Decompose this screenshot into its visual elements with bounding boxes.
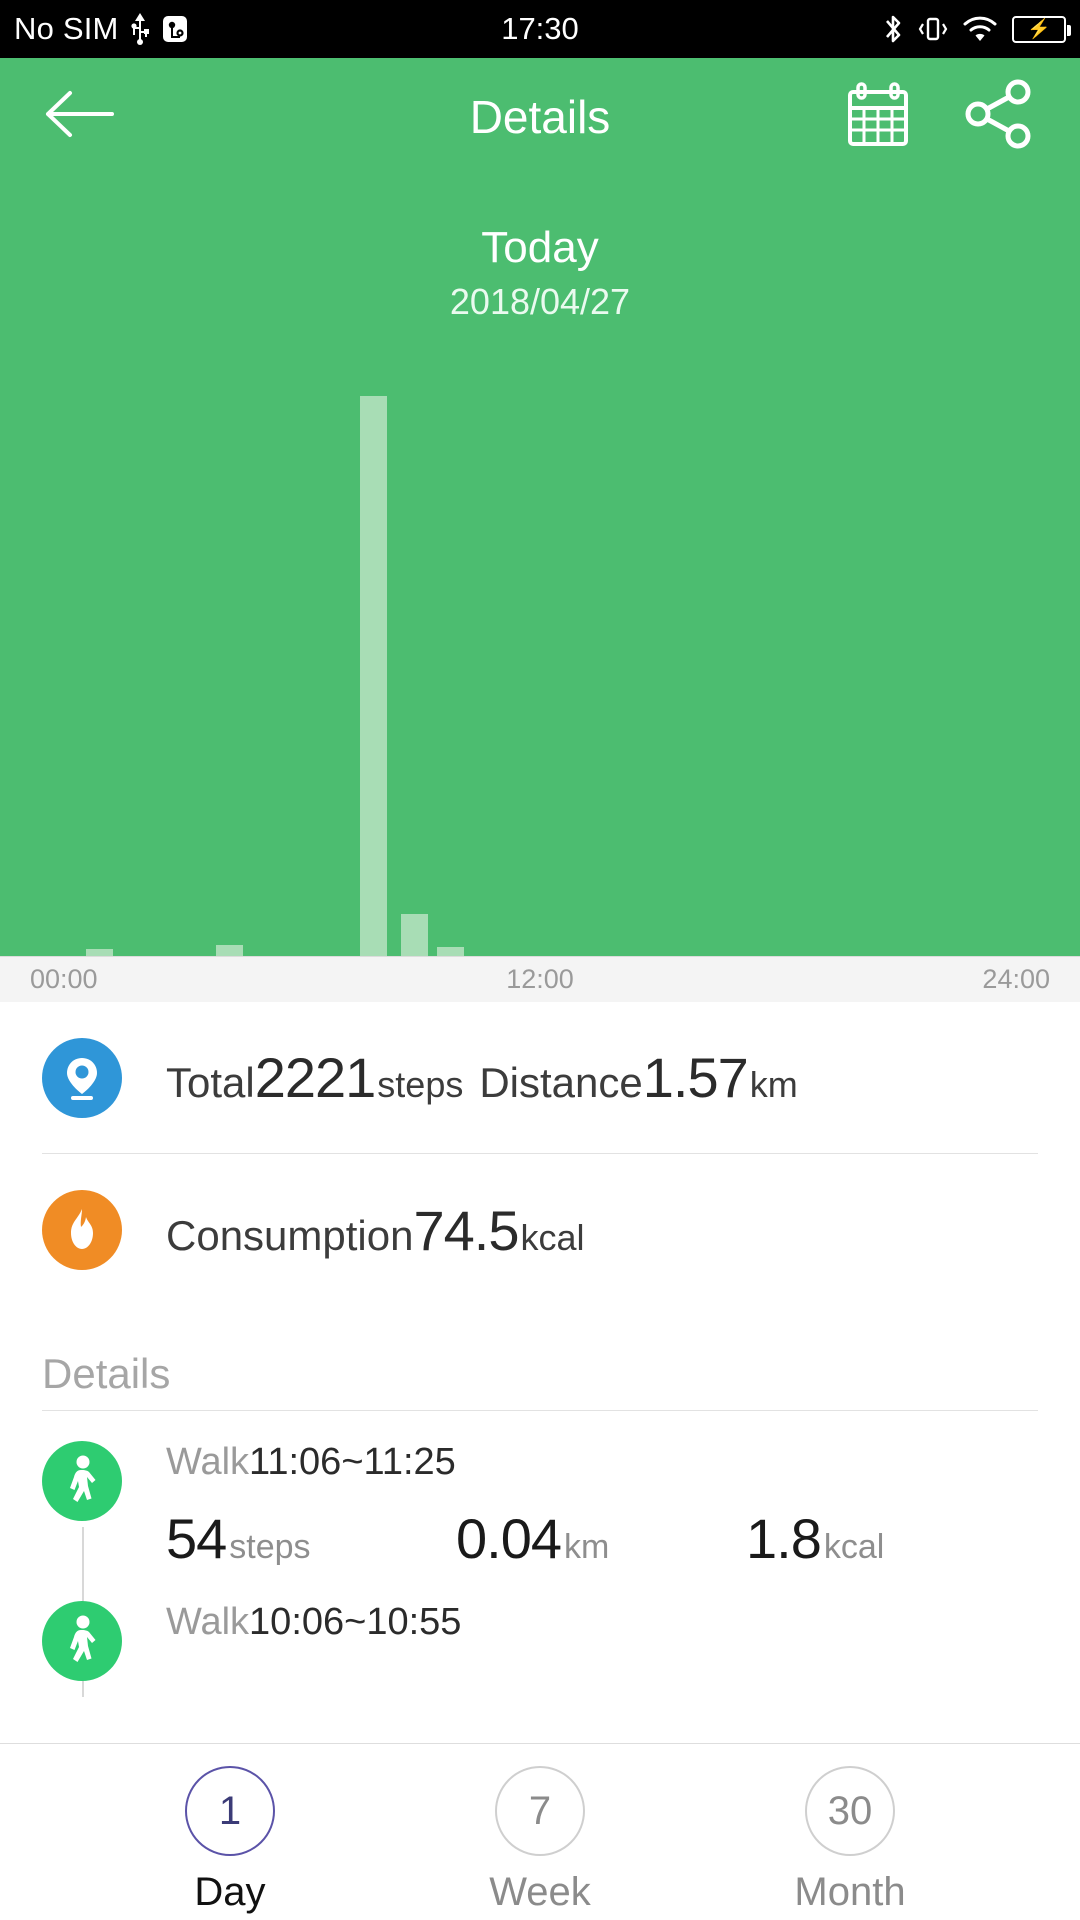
usb-icon xyxy=(130,13,150,45)
status-bar: No SIM 17:30 ⚡ xyxy=(0,0,1080,58)
walking-person-icon xyxy=(42,1441,122,1521)
details-section: Details Walk11:06~11:25 54 steps 0.04 km xyxy=(0,1306,1080,1697)
nav-day-label: Day xyxy=(194,1870,266,1914)
entry-calories-value: 1.8 xyxy=(746,1507,822,1570)
list-item[interactable]: Walk11:06~11:25 54 steps 0.04 km 1.8 kca… xyxy=(42,1411,1038,1697)
entry-calories: 1.8 kcal xyxy=(746,1506,884,1571)
distance-value: 1.57 xyxy=(642,1046,749,1109)
list-item[interactable]: Walk10:06~10:55 xyxy=(42,1571,1038,1681)
entry-distance: 0.04 km xyxy=(456,1506,746,1571)
vibrate-icon xyxy=(918,13,948,45)
entry-distance-value: 0.04 xyxy=(456,1507,562,1570)
distance-label: Distance xyxy=(479,1059,643,1106)
axis-tick-mid: 12:00 xyxy=(506,964,574,994)
entry-calories-unit: kcal xyxy=(823,1528,885,1566)
summary-section: Total 2221 steps Distance 1.57 km Consum… xyxy=(0,1002,1080,1306)
bluetooth-icon xyxy=(882,12,904,46)
status-bar-right: ⚡ xyxy=(882,12,1071,46)
entry-stats: 54 steps 0.04 km 1.8 kcal xyxy=(166,1506,1038,1571)
chart-plot-area xyxy=(0,396,1080,956)
calendar-button[interactable] xyxy=(842,78,914,155)
flame-icon xyxy=(42,1190,122,1270)
usb-debug-icon xyxy=(161,14,189,44)
status-bar-left: No SIM xyxy=(14,11,189,47)
summary-row-steps: Total 2221 steps Distance 1.57 km xyxy=(42,1002,1038,1154)
chart-bar xyxy=(85,949,113,956)
battery-charging-icon: ⚡ xyxy=(1012,15,1071,43)
nav-week-circle: 7 xyxy=(495,1766,585,1856)
entry-body: Walk10:06~10:55 xyxy=(166,1601,1038,1681)
chart-bar xyxy=(360,396,387,956)
period-selector-nav: 1 Day 7 Week 30 Month xyxy=(0,1743,1080,1920)
entry-activity: Walk xyxy=(166,1441,250,1483)
back-button[interactable] xyxy=(42,87,116,146)
details-heading: Details xyxy=(42,1306,1038,1411)
app-header: Details xyxy=(0,58,1080,175)
steps-summary-text: Total 2221 steps Distance 1.57 km xyxy=(166,1045,798,1110)
share-button[interactable] xyxy=(962,78,1038,155)
location-pin-icon xyxy=(42,1037,122,1118)
chart-date-label: 2018/04/27 xyxy=(449,281,631,322)
entry-body: Walk11:06~11:25 54 steps 0.04 km 1.8 kca… xyxy=(166,1441,1038,1571)
nav-item-week[interactable]: 7 Week xyxy=(440,1766,640,1915)
entry-distance-unit: km xyxy=(564,1528,610,1566)
entry-time-range: 11:06~11:25 xyxy=(249,1441,456,1483)
chart-bar xyxy=(216,945,243,956)
wifi-icon xyxy=(962,15,998,43)
entry-steps-unit: steps xyxy=(229,1528,311,1566)
consumption-value: 74.5 xyxy=(413,1198,519,1262)
entry-steps-value: 54 xyxy=(166,1507,227,1570)
summary-row-calories: Consumption 74.5 kcal xyxy=(42,1154,1038,1306)
total-label: Total xyxy=(166,1059,255,1106)
calories-summary-text: Consumption 74.5 kcal xyxy=(166,1198,585,1263)
axis-tick-start: 00:00 xyxy=(30,964,98,994)
total-steps-value: 2221 xyxy=(254,1046,377,1109)
chart-bar xyxy=(400,914,428,956)
entry-time-range: 10:06~10:55 xyxy=(249,1601,462,1643)
nav-week-label: Week xyxy=(489,1870,591,1914)
chart-bar xyxy=(436,947,464,956)
walking-person-icon xyxy=(42,1601,122,1681)
entry-title: Walk11:06~11:25 xyxy=(166,1441,1038,1484)
nav-item-month[interactable]: 30 Month xyxy=(750,1766,950,1915)
nav-item-day[interactable]: 1 Day xyxy=(130,1766,330,1915)
nav-month-label: Month xyxy=(794,1870,906,1914)
chart-x-axis: 00:00 12:00 24:00 xyxy=(0,956,1080,1002)
entry-title: Walk10:06~10:55 xyxy=(166,1601,1038,1644)
total-steps-unit: steps xyxy=(377,1064,464,1105)
consumption-label: Consumption xyxy=(166,1211,414,1259)
axis-tick-end: 24:00 xyxy=(982,964,1050,994)
nav-month-circle: 30 xyxy=(805,1766,895,1856)
distance-unit: km xyxy=(749,1064,798,1105)
activity-chart-panel: Today 2018/04/27 xyxy=(0,175,1080,956)
entry-activity: Walk xyxy=(166,1601,250,1643)
chart-day-label: Today xyxy=(481,223,599,272)
entry-steps: 54 steps xyxy=(166,1506,456,1571)
nav-day-circle: 1 xyxy=(185,1766,275,1856)
header-actions xyxy=(842,78,1038,155)
consumption-unit: kcal xyxy=(520,1216,585,1258)
carrier-label: No SIM xyxy=(14,11,119,46)
